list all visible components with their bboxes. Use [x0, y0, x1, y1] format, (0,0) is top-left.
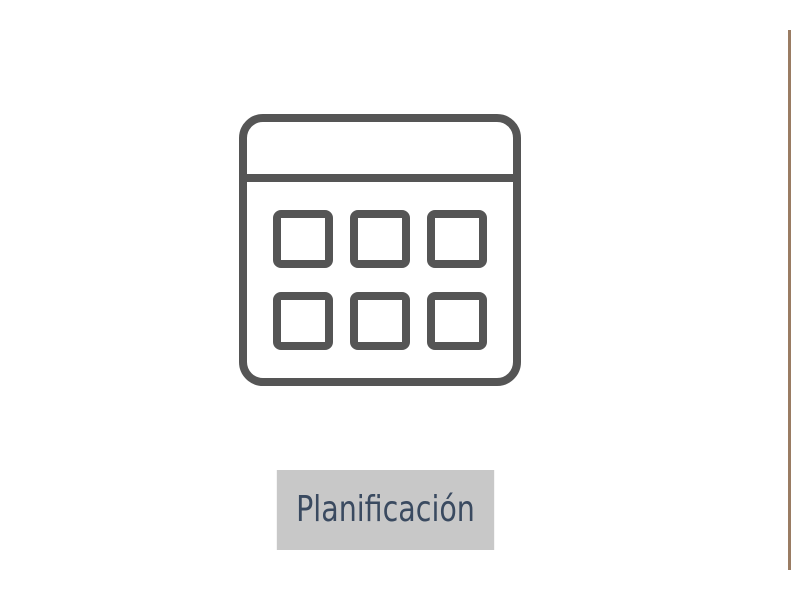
vertical-divider — [788, 30, 791, 570]
planning-tile-label[interactable]: Planificación — [276, 470, 495, 550]
planning-tile[interactable]: Planificación — [0, 0, 788, 600]
calendar-grid-icon — [239, 114, 521, 386]
app-stage: Planificación — [0, 0, 800, 600]
